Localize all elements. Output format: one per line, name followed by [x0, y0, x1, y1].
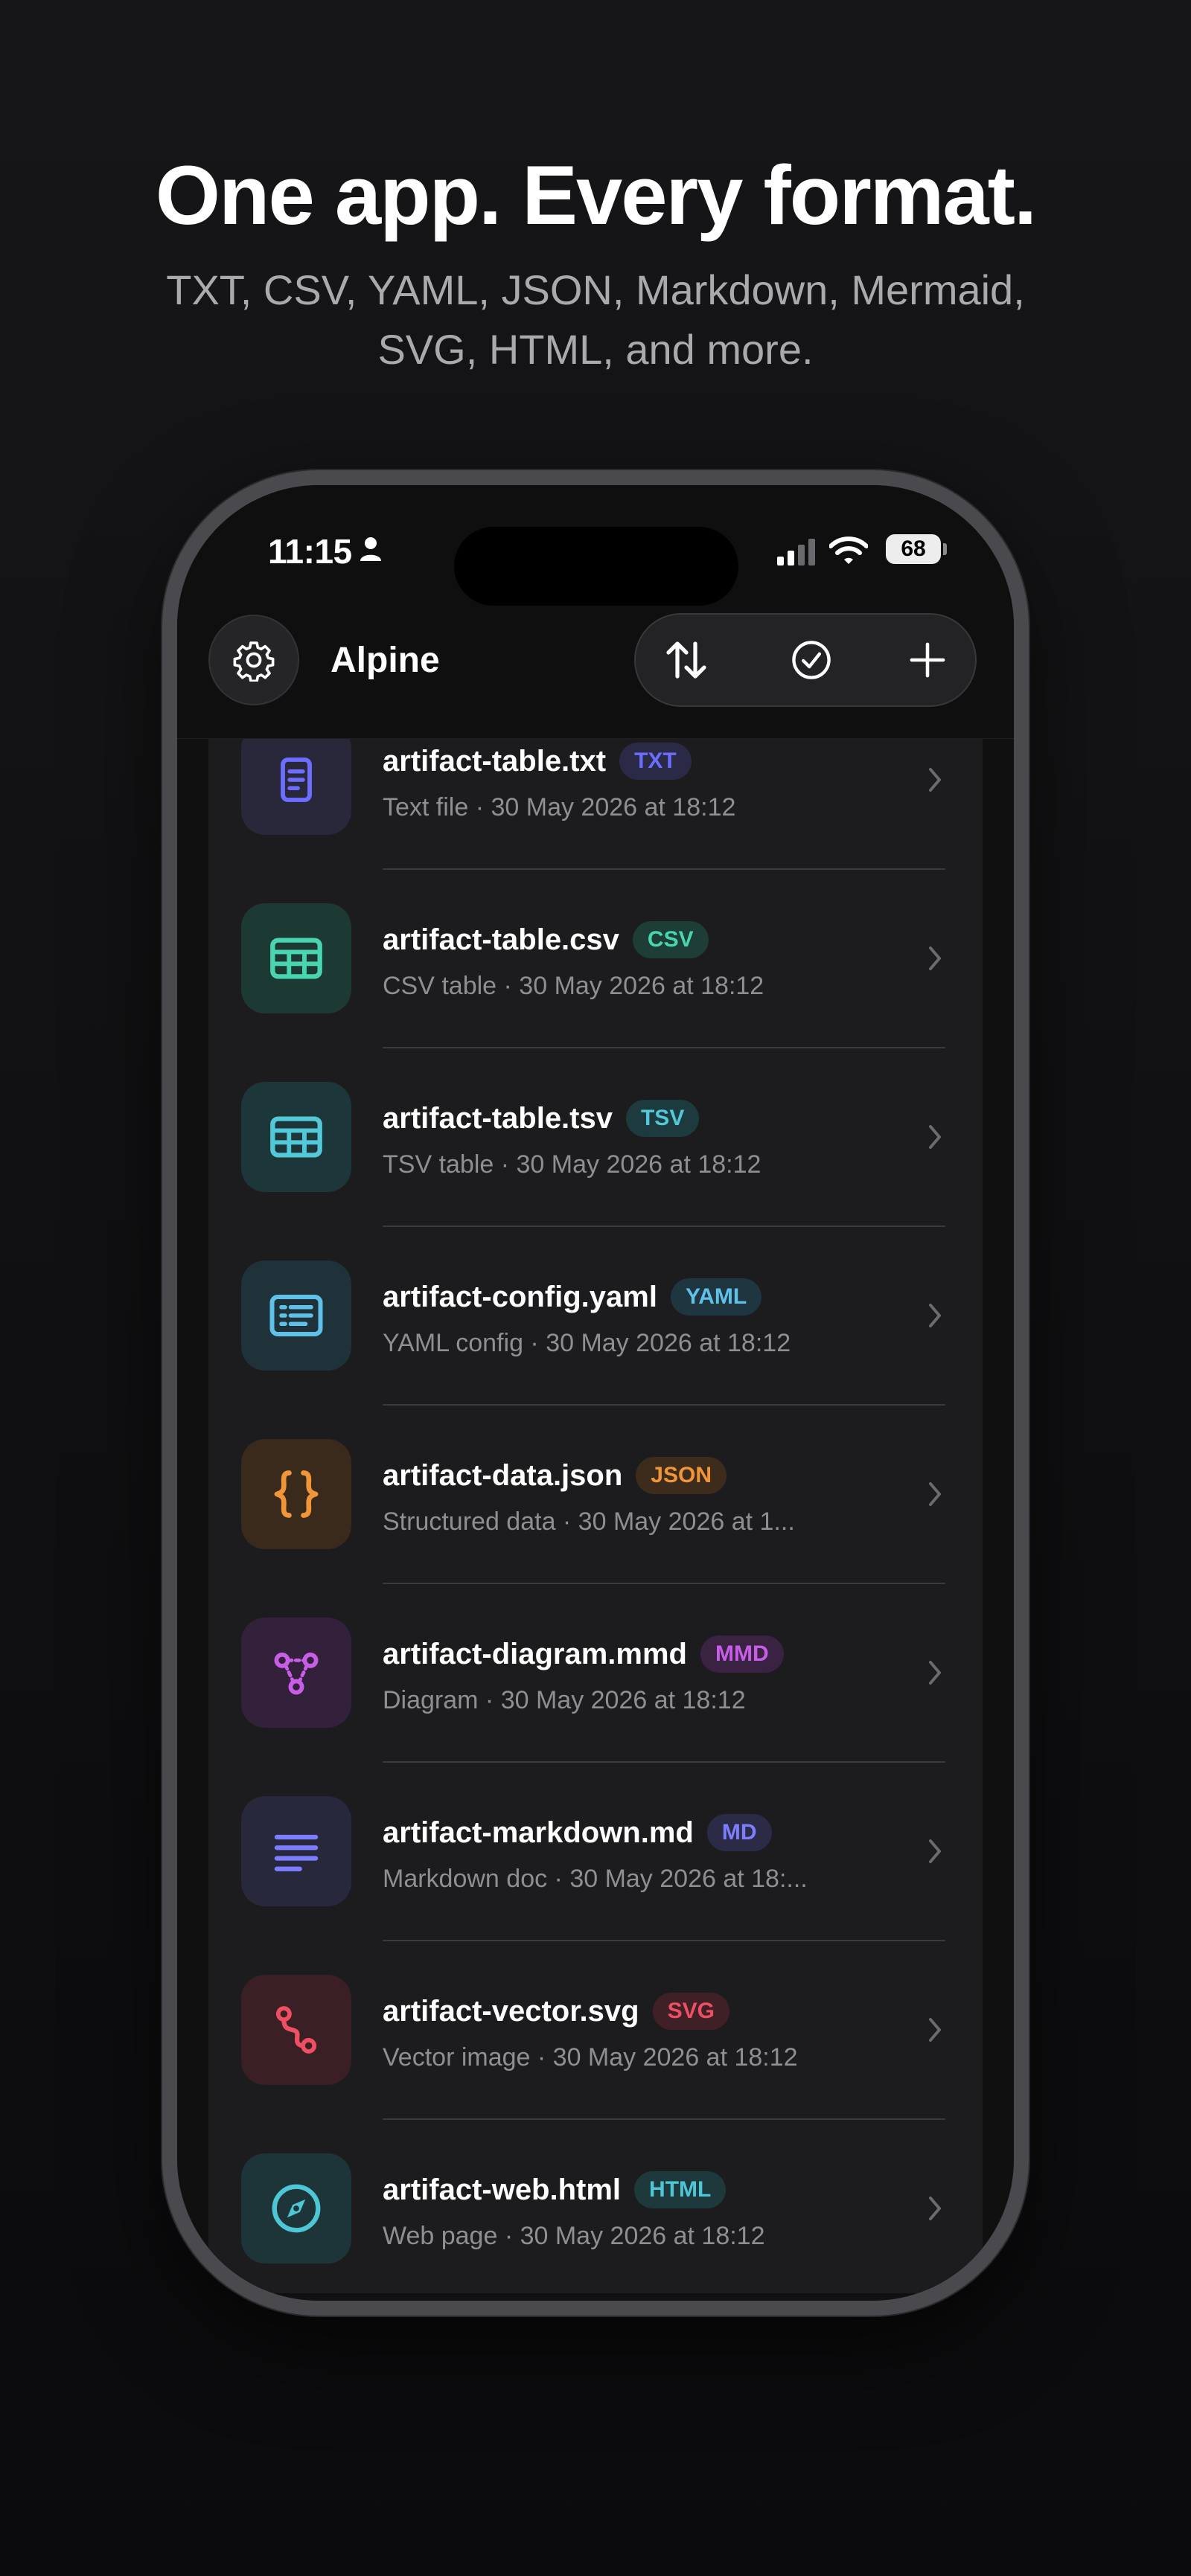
cellular-signal-icon [777, 539, 815, 565]
chevron-right-icon [929, 1482, 941, 1506]
hero-subline: TXT, CSV, YAML, JSON, Markdown, Mermaid,… [166, 266, 1025, 373]
file-type-tile [241, 903, 351, 1013]
select-button[interactable] [767, 615, 856, 705]
wifi-icon [829, 536, 868, 564]
file-name: artifact-config.yaml YAML [383, 1278, 762, 1316]
file-row[interactable]: artifact-vector.svg SVG Vector image · 30 … [208, 1941, 983, 2120]
diagram-nodes-icon [274, 1652, 319, 1695]
status-time: 11:15 [268, 532, 352, 571]
file-row[interactable]: artifact-config.yaml YAML YAML config · 30… [208, 1226, 983, 1406]
file-name-text: artifact-data.json [383, 1459, 623, 1492]
file-row[interactable]: artifact-web.html HTML Web page · 30 May 2… [208, 2119, 983, 2298]
file-subtitle: CSV table · 30 May 2026 at 18:12 [383, 972, 764, 1000]
file-name-text: artifact-web.html [383, 2173, 622, 2206]
hero-headline: One app. Every format. [155, 149, 1037, 242]
file-name: artifact-data.json JSON [383, 1457, 727, 1494]
chevron-right-icon [929, 1661, 941, 1685]
file-name-text: artifact-config.yaml [383, 1281, 657, 1313]
file-type-badge: CSV [632, 921, 709, 958]
file-subtitle: Structured data · 30 May 2026 at 1... [383, 1508, 795, 1536]
file-subtitle: Vector image · 30 May 2026 at 18:12 [383, 2043, 798, 2072]
table-icon [270, 938, 322, 979]
file-subtitle: Web page · 30 May 2026 at 18:12 [383, 2222, 765, 2250]
chevron-right-icon [929, 946, 941, 970]
file-row[interactable]: artifact-table.csv CSV CSV table · 30 May … [208, 869, 983, 1048]
chevron-right-icon [929, 2018, 941, 2042]
file-type-badge: YAML [670, 1278, 762, 1316]
file-name: artifact-table.csv CSV [383, 921, 709, 958]
gear-icon [233, 641, 275, 682]
file-type-tile [241, 725, 351, 835]
battery-tip [943, 543, 947, 555]
file-subtitle: Diagram · 30 May 2026 at 18:12 [383, 1686, 746, 1714]
file-name-text: artifact-markdown.md [383, 1816, 694, 1849]
file-name-text: artifact-table.txt [383, 745, 607, 778]
navigation-header: 11:15 68 Alpine [177, 485, 1014, 739]
app-title: Alpine [331, 641, 440, 680]
file-type-tile [241, 1618, 351, 1728]
file-type-badge: MD [706, 1814, 772, 1851]
file-row[interactable]: artifact-markdown.md MD Markdown doc · 30 … [208, 1762, 983, 1941]
phone-screen: artifact-table.txt TXT Text file · 30 May … [177, 485, 1014, 2301]
file-type-badge: MMD [700, 1635, 784, 1673]
file-type-badge: TXT [619, 743, 692, 780]
document-icon [281, 757, 312, 802]
file-row[interactable]: artifact-diagram.mmd MMD Diagram · 30 May … [208, 1583, 983, 1763]
text-lines-icon [274, 1834, 319, 1871]
bezier-path-icon [275, 2006, 317, 2054]
braces-icon [274, 1470, 319, 1518]
add-button[interactable] [883, 615, 972, 705]
select-check-icon [792, 641, 831, 679]
file-type-tile [241, 1260, 351, 1371]
chevron-right-icon [929, 768, 941, 792]
file-name: artifact-table.txt TXT [383, 743, 692, 780]
file-type-badge: TSV [625, 1100, 700, 1137]
file-type-badge: JSON [636, 1457, 727, 1494]
file-type-tile [241, 1082, 351, 1192]
phone-frame: artifact-table.txt TXT Text file · 30 May … [162, 470, 1029, 2316]
person-icon [360, 537, 381, 561]
file-name-text: artifact-diagram.mmd [383, 1638, 687, 1670]
toolbar-actions [634, 613, 977, 707]
sort-icon [666, 641, 706, 679]
dynamic-island [454, 527, 738, 606]
sort-button[interactable] [642, 615, 731, 705]
table-icon [270, 1116, 322, 1158]
file-type-tile [241, 1796, 351, 1906]
file-type-badge: SVG [652, 1993, 729, 2030]
file-name: artifact-markdown.md MD [383, 1814, 772, 1851]
file-name-text: artifact-vector.svg [383, 1995, 639, 2028]
file-name: artifact-table.tsv TSV [383, 1100, 700, 1137]
file-subtitle: Text file · 30 May 2026 at 18:12 [383, 793, 736, 821]
file-name: artifact-web.html HTML [383, 2171, 727, 2208]
file-name: artifact-vector.svg SVG [383, 1993, 729, 2030]
file-name-text: artifact-table.tsv [383, 1102, 613, 1135]
config-list-icon [269, 1295, 323, 1336]
file-list: artifact-table.txt TXT Text file · 30 May … [208, 725, 983, 2293]
file-type-badge: HTML [634, 2171, 727, 2208]
file-name: artifact-diagram.mmd MMD [383, 1635, 784, 1673]
battery-level: 68 [886, 534, 941, 564]
file-subtitle: TSV table · 30 May 2026 at 18:12 [383, 1150, 761, 1179]
file-subtitle: Markdown doc · 30 May 2026 at 18:... [383, 1865, 808, 1893]
file-type-tile [241, 1975, 351, 2085]
chevron-right-icon [929, 1839, 941, 1863]
file-subtitle: YAML config · 30 May 2026 at 18:12 [383, 1329, 791, 1357]
plus-icon [910, 642, 945, 678]
chevron-right-icon [929, 1304, 941, 1327]
chevron-right-icon [929, 2197, 941, 2220]
file-type-tile [241, 2153, 351, 2263]
chevron-right-icon [929, 1125, 941, 1149]
compass-icon [272, 2184, 321, 2233]
file-row[interactable]: artifact-table.tsv TSV TSV table · 30 May … [208, 1048, 983, 1227]
file-row[interactable]: artifact-data.json JSON Structured data · … [208, 1405, 983, 1584]
settings-button[interactable] [208, 615, 299, 705]
file-name-text: artifact-table.csv [383, 923, 619, 956]
file-type-tile [241, 1439, 351, 1549]
